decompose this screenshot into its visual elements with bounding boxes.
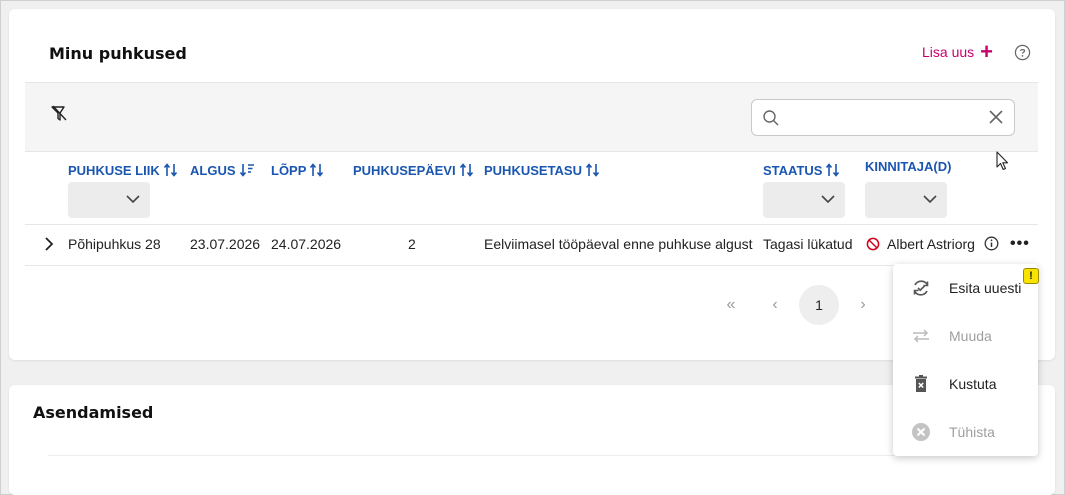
substitutions-content (48, 455, 1014, 495)
plus-icon: + (980, 39, 994, 64)
column-header-status[interactable]: STAATUS (763, 162, 841, 178)
add-new-button[interactable]: Lisa uus + (922, 39, 994, 64)
help-circle-icon[interactable] (1014, 44, 1031, 61)
table-divider (25, 224, 1038, 225)
column-header-start[interactable]: ALGUS (190, 162, 255, 178)
first-page-button[interactable]: « (718, 285, 744, 325)
filter-dropdown-status[interactable] (763, 182, 845, 218)
column-label: PUHKUSEPÄEVI (353, 162, 456, 178)
cell-end: 24.07.2026 (271, 236, 342, 252)
section-title: Asendamised (33, 403, 154, 422)
menu-item-label: Kustuta (949, 376, 997, 392)
add-new-label: Lisa uus (922, 44, 975, 60)
column-label: STAATUS (763, 162, 823, 178)
sort-both-icon (826, 163, 840, 177)
chevron-down-icon (126, 195, 140, 204)
cell-days: 2 (408, 236, 416, 252)
column-header-approver[interactable]: KINNITAJA(D) (865, 159, 951, 174)
swap-arrows-icon (913, 329, 929, 343)
clear-search-icon[interactable] (988, 109, 1004, 125)
page-title: Minu puhkused (49, 44, 187, 63)
menu-item-label: Tühista (949, 424, 995, 440)
mouse-cursor-icon (996, 151, 1009, 171)
cancel-circle-icon (912, 423, 930, 441)
chevron-down-icon (923, 195, 937, 204)
search-icon (763, 110, 779, 126)
sort-both-icon (163, 163, 177, 177)
table-divider (25, 265, 1038, 266)
search-field[interactable] (751, 99, 1015, 136)
cell-type: Põhipuhkus 28 (68, 236, 161, 252)
column-label: PUHKUSE LIIK (68, 162, 160, 178)
menu-item-resubmit[interactable]: Esita uuesti (893, 264, 1038, 312)
sort-both-icon (459, 163, 473, 177)
current-page[interactable]: 1 (799, 285, 839, 325)
filter-dropdown-approver[interactable] (865, 182, 947, 218)
menu-item-cancel[interactable]: Tühista (893, 408, 1038, 456)
warning-badge: ! (1023, 268, 1039, 284)
column-header-days[interactable]: PUHKUSEPÄEVI (353, 162, 475, 178)
menu-item-edit[interactable]: Muuda (893, 312, 1038, 360)
column-header-type[interactable]: PUHKUSE LIIK (68, 162, 179, 178)
menu-item-label: Esita uuesti (949, 280, 1022, 296)
cell-approver: Albert Astriorg (887, 236, 975, 252)
info-icon[interactable] (984, 236, 999, 251)
menu-item-delete[interactable]: Kustuta (893, 360, 1038, 408)
filter-off-icon[interactable] (50, 105, 68, 123)
menu-item-label: Muuda (949, 328, 992, 344)
resubmit-icon (913, 280, 929, 296)
row-actions-menu: Esita uuesti Muuda Kustuta Tühista (893, 264, 1038, 456)
filter-dropdown-type[interactable] (68, 182, 150, 218)
sort-both-icon (310, 163, 324, 177)
rejected-icon (866, 237, 880, 251)
search-input[interactable] (788, 106, 978, 130)
column-label: PUHKUSETASU (484, 162, 582, 178)
row-actions-button[interactable]: ••• (1010, 236, 1030, 252)
prev-page-button[interactable]: ‹ (764, 285, 786, 325)
trash-icon (915, 375, 927, 392)
cell-status: Tagasi lükatud (763, 236, 853, 252)
column-label: KINNITAJA(D) (865, 159, 952, 174)
next-page-button[interactable]: › (852, 285, 874, 325)
column-header-end[interactable]: LÕPP (271, 162, 325, 178)
sort-both-icon (585, 163, 600, 177)
expand-row-icon[interactable] (42, 236, 56, 252)
chevron-down-icon (821, 195, 835, 204)
sort-descending-icon (239, 164, 254, 177)
column-header-pay[interactable]: PUHKUSETASU (484, 162, 601, 178)
column-label: LÕPP (271, 162, 307, 178)
cell-pay: Eelviimasel tööpäeval enne puhkuse algus… (484, 236, 753, 252)
column-label: ALGUS (190, 162, 236, 178)
cell-start: 23.07.2026 (190, 236, 261, 252)
